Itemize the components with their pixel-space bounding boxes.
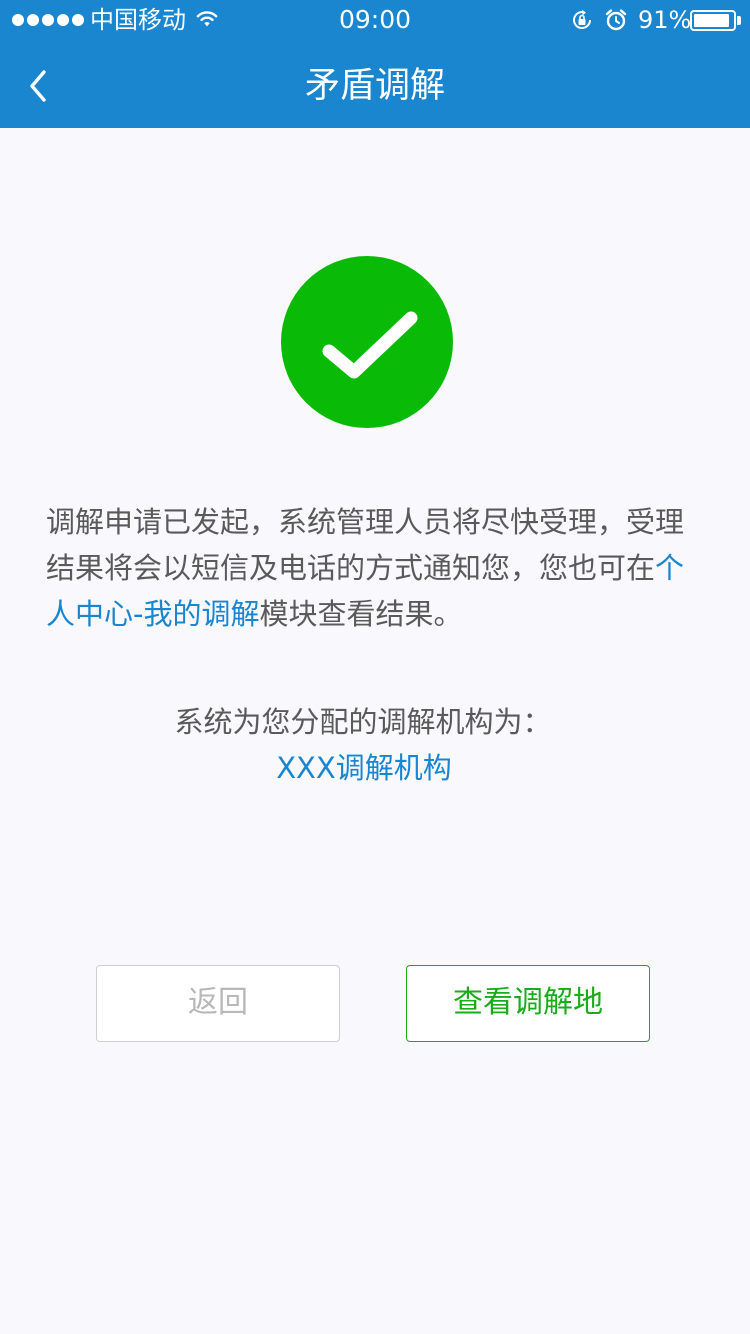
battery-tip — [737, 16, 741, 25]
page-title: 矛盾调解 — [304, 66, 445, 106]
back-button[interactable]: 返回 — [96, 965, 340, 1042]
nav-bar: 矛盾调解 — [0, 40, 750, 128]
assigned-org-link[interactable]: XXX调解机构 — [0, 746, 728, 790]
message-text-end: 模块查看结果。 — [259, 597, 463, 631]
status-bar: 中国移动 09:00 91% — [0, 0, 750, 40]
app-header: 中国移动 09:00 91% 矛盾调解 — [0, 0, 750, 128]
message-text: 调解申请已发起，系统管理人员将尽快受理，受理结果将会以短信及电话的方式通知您，您… — [46, 505, 685, 585]
battery-percent: 91% — [638, 6, 692, 34]
assigned-org-label: 系统为您分配的调解机构为： — [174, 705, 552, 739]
view-mediation-location-button[interactable]: 查看调解地 — [406, 965, 650, 1042]
battery-level-fill — [694, 14, 729, 27]
check-circle-icon — [281, 256, 453, 428]
rotation-lock-icon — [573, 10, 592, 29]
success-message: 调解申请已发起，系统管理人员将尽快受理，受理结果将会以短信及电话的方式通知您，您… — [46, 499, 706, 637]
battery-icon — [690, 10, 736, 31]
alarm-icon — [605, 9, 627, 31]
